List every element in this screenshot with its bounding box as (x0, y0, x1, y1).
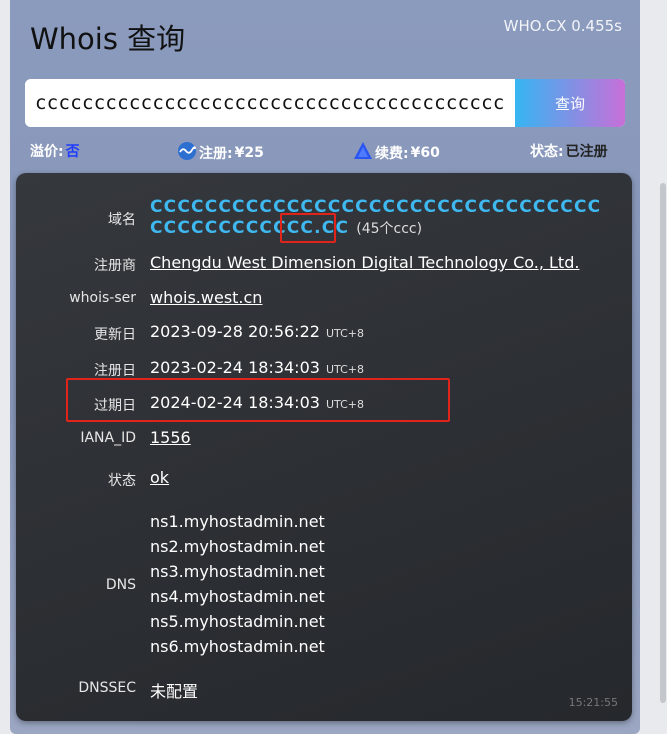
renew-stat: 续费: ¥60 (353, 141, 440, 165)
updated-value: 2023-09-28 20:56:22 UTC+8 (150, 322, 364, 341)
char-count-close: cc) (401, 221, 423, 237)
service-meta: WHO.CX 0.455s (503, 17, 622, 35)
renew-value: ¥60 (410, 145, 440, 161)
nameserver-item: ns5.myhostadmin.net (150, 612, 325, 631)
result-time: 15:21:55 (568, 696, 618, 709)
char-count-open: (45个c (356, 221, 402, 237)
dnssec-value: 未配置 (150, 682, 199, 701)
renew-label: 续费: (375, 146, 409, 162)
register-stat: 注册: ¥25 (177, 141, 264, 165)
register-value: ¥25 (234, 145, 264, 161)
domain-value: CCCCCCCCCCCCCCCCCCCCCCCCCCCCCCCCCCCCCCCC… (150, 197, 610, 240)
whois-result-card: 域名 CCCCCCCCCCCCCCCCCCCCCCCCCCCCCCCCCCCCC… (16, 173, 632, 721)
created-value: 2023-02-24 18:34:03 UTC+8 (150, 358, 364, 377)
whois-server-value: whois.west.cn (150, 288, 262, 307)
search-bar: 查询 (25, 79, 625, 127)
iana-link[interactable]: 1556 (150, 428, 191, 447)
iana-label: IANA_ID (80, 430, 136, 446)
domain-search-input[interactable] (25, 79, 515, 127)
nameserver-item: ns6.myhostadmin.net (150, 637, 325, 656)
created-date: 2023-02-24 18:34:03 (150, 358, 320, 377)
premium-stat: 溢价: 否 (30, 141, 80, 161)
status-label: 状态: (530, 144, 564, 160)
expiry-highlight-box (66, 378, 450, 422)
premium-value: 否 (65, 144, 80, 160)
price-stats: 溢价: 否 注册: ¥25 续费: ¥60 状态: 已注册 (30, 141, 620, 162)
status-value: 已注册 (565, 144, 608, 160)
page-title: Whois 查询 (30, 22, 186, 56)
nameserver-item: ns2.myhostadmin.net (150, 537, 325, 556)
query-button[interactable]: 查询 (515, 79, 625, 127)
register-label: 注册: (199, 146, 233, 162)
registrar-label: 注册商 (94, 258, 136, 274)
premium-label: 溢价: (30, 144, 64, 160)
dnssec-label: DNSSEC (78, 680, 136, 696)
whois-server-label: whois-ser (69, 290, 136, 306)
nameserver-item: ns4.myhostadmin.net (150, 587, 325, 606)
domain-status-label: 状态 (108, 473, 136, 489)
status-link[interactable]: ok (150, 468, 169, 487)
whois-server-link[interactable]: whois.west.cn (150, 288, 262, 307)
registrar-link[interactable]: Chengdu West Dimension Digital Technolog… (150, 253, 579, 272)
updated-date: 2023-09-28 20:56:22 (150, 322, 320, 341)
created-label: 注册日 (94, 363, 136, 379)
triangle-icon (353, 141, 373, 165)
created-tz: UTC+8 (325, 363, 364, 376)
updated-label: 更新日 (94, 327, 136, 343)
dns-list: ns1.myhostadmin.net ns2.myhostadmin.net … (150, 509, 325, 659)
status-stat: 状态: 已注册 (530, 141, 608, 161)
registrar-value: Chengdu West Dimension Digital Technolog… (150, 253, 579, 272)
domain-status-value: ok (150, 468, 169, 487)
iana-value: 1556 (150, 428, 191, 447)
updated-tz: UTC+8 (325, 327, 364, 340)
nameserver-item: ns3.myhostadmin.net (150, 562, 325, 581)
nameserver-item: ns1.myhostadmin.net (150, 512, 325, 531)
scrollbar-thumb[interactable] (660, 183, 666, 703)
wave-icon (177, 141, 197, 165)
domain-label: 域名 (108, 212, 136, 228)
count-highlight-box (280, 213, 336, 243)
dns-label: DNS (105, 577, 136, 593)
scrollbar[interactable] (659, 173, 667, 713)
